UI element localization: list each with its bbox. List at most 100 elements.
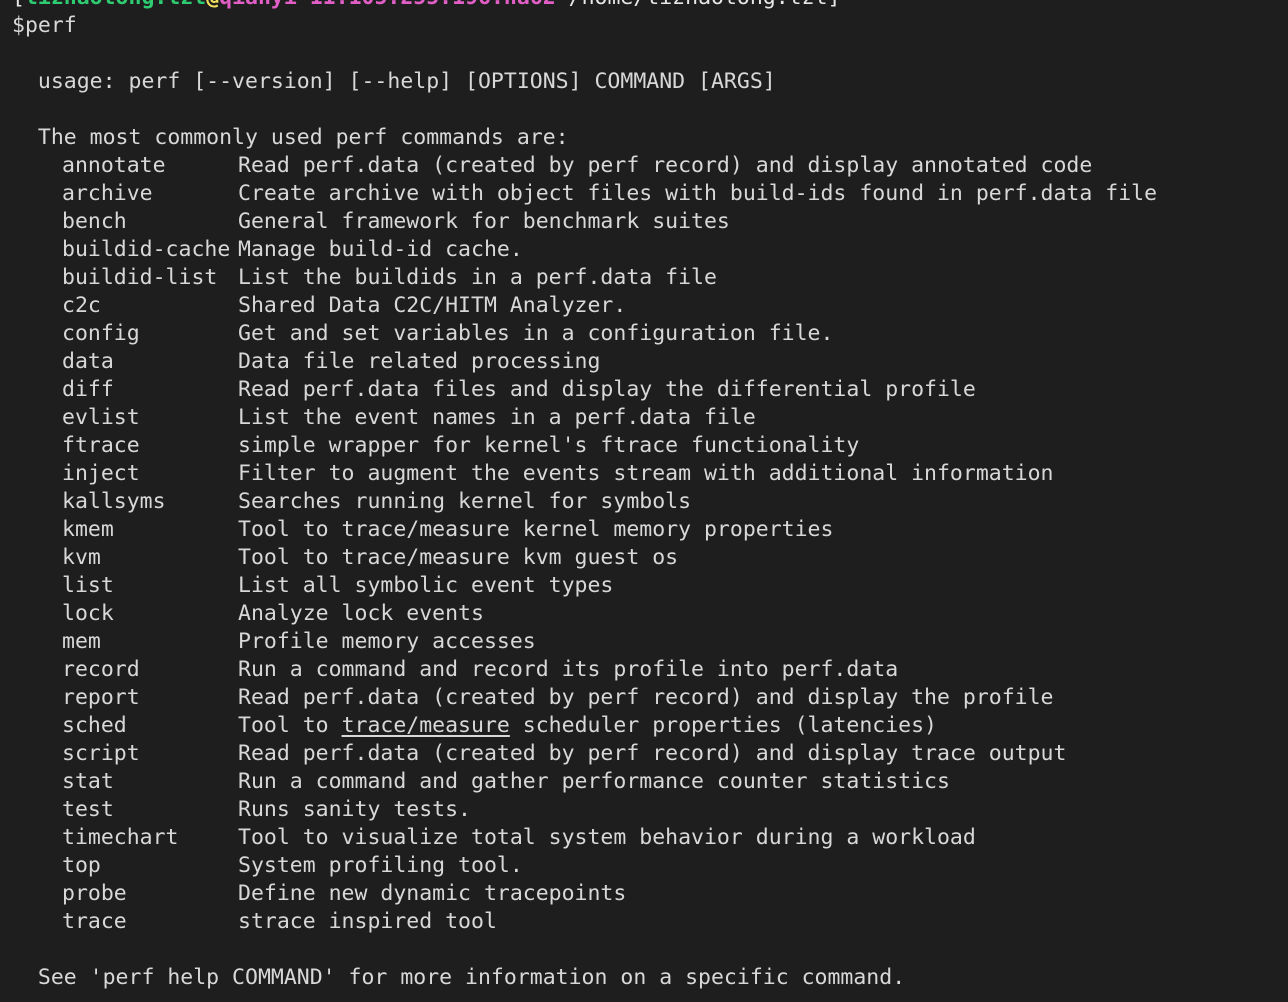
command-row: evlist List the event names in a perf.dat…	[0, 404, 1288, 432]
command-row: record Run a command and record its profi…	[0, 656, 1288, 684]
shell-prompt-line: [tizhaotong.tzt@qianyi-11.105.255.196.na…	[0, 0, 1288, 12]
command-name: kallsyms	[62, 489, 166, 514]
command-row: report Read perf.data (created by perf re…	[0, 684, 1288, 712]
command-description: Tool to visualize total system behavior …	[238, 825, 976, 850]
command-row: c2c Shared Data C2C/HITM Analyzer.	[0, 292, 1288, 320]
command-name: kvm	[62, 545, 101, 570]
command-row: top System profiling tool.	[0, 852, 1288, 880]
prompt-open-bracket: [	[12, 0, 25, 10]
command-row: trace strace inspired tool	[0, 908, 1288, 936]
prompt-working-directory: /home/tizhaotong.tzt	[569, 0, 828, 10]
command-name: script	[62, 741, 140, 766]
spacer-line-3	[0, 936, 1288, 964]
command-description: List all symbolic event types	[238, 573, 614, 598]
command-row: buildid-list List the buildids in a perf.…	[0, 264, 1288, 292]
command-description-suffix: scheduler properties (latencies)	[509, 713, 937, 738]
command-name: data	[62, 349, 114, 374]
command-name: stat	[62, 769, 114, 794]
command-row: annotate Read perf.data (created by perf …	[0, 152, 1288, 180]
command-name: kmem	[62, 517, 114, 542]
command-name: trace	[62, 909, 127, 934]
command-row: list List all symbolic event types	[0, 572, 1288, 600]
command-description: Tool to trace/measure kernel memory prop…	[238, 517, 834, 542]
command-name: diff	[62, 377, 114, 402]
command-row: buildid-cache Manage build-id cache.	[0, 236, 1288, 264]
command-name: lock	[62, 601, 114, 626]
command-description-prefix: Tool to	[238, 713, 342, 738]
command-description: General framework for benchmark suites	[238, 209, 730, 234]
command-description: List the buildids in a perf.data file	[238, 265, 717, 290]
command-name: timechart	[62, 825, 179, 850]
command-name: evlist	[62, 405, 140, 430]
command-description: Shared Data C2C/HITM Analyzer.	[238, 293, 627, 318]
command-row: kallsyms Searches running kernel for symb…	[0, 488, 1288, 516]
command-row: lock Analyze lock events	[0, 600, 1288, 628]
spacer-line-2	[0, 96, 1288, 124]
command-description: Define new dynamic tracepoints	[238, 881, 627, 906]
command-name: top	[62, 853, 101, 878]
command-name: record	[62, 657, 140, 682]
command-description: Tool to trace/measure scheduler properti…	[238, 713, 937, 738]
command-row: data Data file related processing	[0, 348, 1288, 376]
command-name: archive	[62, 181, 153, 206]
command-name: report	[62, 685, 140, 710]
commands-header: The most commonly used perf commands are…	[12, 125, 569, 150]
prompt-username: tizhaotong.tzt	[25, 0, 206, 10]
command-name: config	[62, 321, 140, 346]
command-description: Read perf.data (created by perf record) …	[238, 741, 1067, 766]
footer-help-line: See 'perf help COMMAND' for more informa…	[12, 965, 906, 990]
command-name: test	[62, 797, 114, 822]
perf-command-list: annotate Read perf.data (created by perf …	[0, 152, 1288, 936]
command-row: test Runs sanity tests.	[0, 796, 1288, 824]
command-description: Manage build-id cache.	[238, 237, 523, 262]
command-name: buildid-cache	[62, 237, 231, 262]
command-row: kmem Tool to trace/measure kernel memory …	[0, 516, 1288, 544]
command-row: archive Create archive with object files …	[0, 180, 1288, 208]
command-description: strace inspired tool	[238, 909, 497, 934]
command-description: List the event names in a perf.data file	[238, 405, 756, 430]
command-name: c2c	[62, 293, 101, 318]
prompt-close-bracket: ]	[828, 0, 841, 10]
command-name: sched	[62, 713, 127, 738]
command-row: stat Run a command and gather performance…	[0, 768, 1288, 796]
command-description: Create archive with object files with bu…	[238, 181, 1158, 206]
command-description: Read perf.data (created by perf record) …	[238, 685, 1054, 710]
terminal-window[interactable]: [tizhaotong.tzt@qianyi-11.105.255.196.na…	[0, 0, 1288, 1002]
command-description: Run a command and record its profile int…	[238, 657, 899, 682]
command-description-link[interactable]: trace/measure	[342, 713, 510, 738]
command-row: bench General framework for benchmark sui…	[0, 208, 1288, 236]
command-description: Runs sanity tests.	[238, 797, 471, 822]
command-row: timechart Tool to visualize total system …	[0, 824, 1288, 852]
command-row: diff Read perf.data files and display the…	[0, 376, 1288, 404]
command-description: Profile memory accesses	[238, 629, 536, 654]
command-name: list	[62, 573, 114, 598]
command-description: Searches running kernel for symbols	[238, 489, 692, 514]
command-row: ftrace simple wrapper for kernel's ftrace…	[0, 432, 1288, 460]
command-row: config Get and set variables in a configu…	[0, 320, 1288, 348]
command-description: System profiling tool.	[238, 853, 523, 878]
command-name: mem	[62, 629, 101, 654]
command-description: Run a command and gather performance cou…	[238, 769, 950, 794]
spacer-line-1	[0, 40, 1288, 68]
command-name: bench	[62, 209, 127, 234]
command-row: probe Define new dynamic tracepoints	[0, 880, 1288, 908]
command-name: inject	[62, 461, 140, 486]
command-row: script Read perf.data (created by perf re…	[0, 740, 1288, 768]
command-description: Get and set variables in a configuration…	[238, 321, 834, 346]
command-input-line[interactable]: $perf	[0, 12, 1288, 40]
command-name: annotate	[62, 153, 166, 178]
command-description: Analyze lock events	[238, 601, 484, 626]
command-description: Filter to augment the events stream with…	[238, 461, 1054, 486]
usage-line: usage: perf [--version] [--help] [OPTION…	[12, 69, 776, 94]
command-row: mem Profile memory accesses	[0, 628, 1288, 656]
command-name: probe	[62, 881, 127, 906]
command-description: simple wrapper for kernel's ftrace funct…	[238, 433, 860, 458]
prompt-at-symbol: @	[206, 0, 219, 10]
command-description: Tool to trace/measure kvm guest os	[238, 545, 679, 570]
command-row: kvm Tool to trace/measure kvm guest os	[0, 544, 1288, 572]
prompt-hostname: qianyi-11.105.255.196.na62	[219, 0, 556, 10]
command-description: Read perf.data (created by perf record) …	[238, 153, 1093, 178]
command-description: Data file related processing	[238, 349, 601, 374]
command-description: Read perf.data files and display the dif…	[238, 377, 976, 402]
